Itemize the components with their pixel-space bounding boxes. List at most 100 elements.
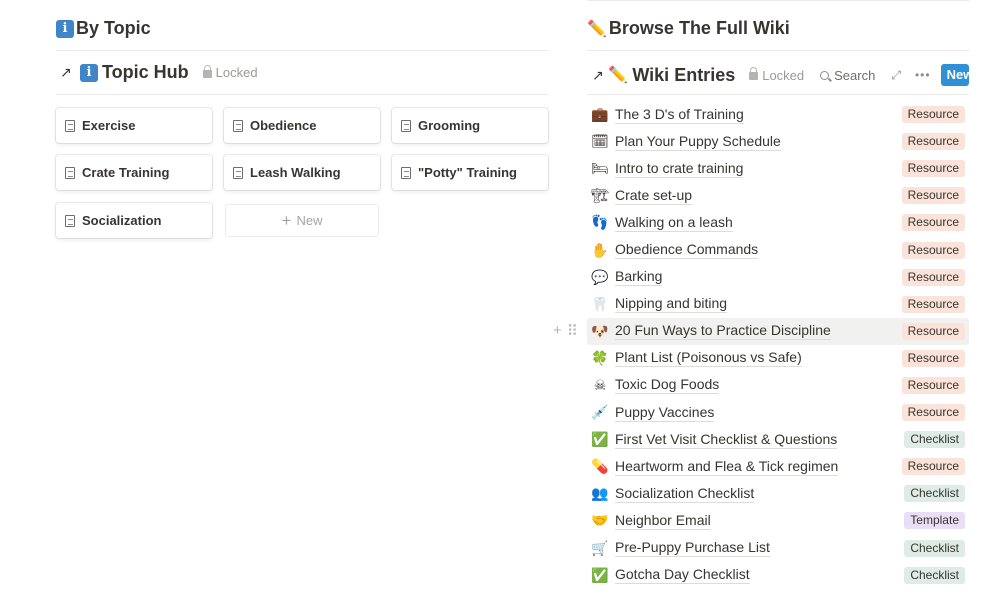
search-icon [820, 70, 830, 80]
info-icon: i [56, 19, 74, 38]
entry-type-tag: Resource [901, 404, 965, 422]
wiki-entry-row[interactable]: ✋ Obedience Commands Resource [587, 236, 969, 263]
search-label: Search [834, 67, 876, 83]
entry-emoji-icon: ✅ [591, 431, 609, 448]
entry-title-link[interactable]: Walking on a leash [615, 214, 733, 232]
entry-emoji-icon: 💊 [591, 458, 609, 475]
new-card-button[interactable]: + New [225, 204, 379, 237]
wiki-entry-row[interactable]: 🍀 Plant List (Poisonous vs Safe) Resource [587, 345, 969, 372]
wiki-entry-row[interactable]: 💼 The 3 D's of Training Resource [587, 101, 969, 128]
entry-title-link[interactable]: Barking [615, 268, 663, 287]
wiki-entry-row[interactable]: 🏗 Crate set-up Resource [587, 182, 969, 209]
entry-title-link[interactable]: Socialization Checklist [615, 485, 755, 503]
page-icon [65, 214, 75, 227]
entry-title-link[interactable]: Gotcha Day Checklist [615, 566, 750, 585]
entry-emoji-icon: 🍀 [591, 349, 609, 366]
entry-title-link[interactable]: 20 Fun Ways to Practice Discipline [615, 322, 831, 341]
page-icon [233, 166, 243, 179]
topic-card-crate-training[interactable]: Crate Training [56, 155, 212, 190]
entry-title-link[interactable]: Intro to crate training [615, 160, 744, 178]
entry-type-tag: Resource [901, 133, 965, 151]
wiki-entry-row[interactable]: 💬 Barking Resource [587, 264, 969, 291]
entry-title-link[interactable]: Obedience Commands [615, 241, 759, 260]
card-label: Crate Training [82, 165, 170, 180]
wiki-entry-row[interactable]: ☠ Toxic Dog Foods Resource [587, 372, 969, 399]
locked-indicator[interactable]: Locked [202, 64, 258, 80]
entry-type-tag: Resource [901, 349, 965, 367]
wiki-entry-row[interactable]: ✅ Gotcha Day Checklist Checklist [587, 562, 969, 589]
drag-handle-icon[interactable]: ⠿ [567, 322, 578, 340]
lock-icon [202, 64, 212, 78]
topic-card-grooming[interactable]: Grooming [392, 108, 548, 143]
card-label: Obedience [250, 118, 317, 133]
entry-emoji-icon: 🛏 [591, 160, 609, 177]
new-entry-button[interactable]: New [940, 64, 969, 86]
locked-label: Locked [215, 65, 258, 80]
toolbar-divider [587, 94, 969, 95]
entry-emoji-icon: 🗓 [591, 133, 609, 150]
entry-title-link[interactable]: Pre-Puppy Purchase List [615, 539, 770, 558]
topic-card-obedience[interactable]: Obedience [224, 108, 380, 143]
locked-label: Locked [762, 67, 805, 83]
page-icon [401, 119, 411, 132]
more-options-icon[interactable]: ••• [915, 68, 931, 82]
page-icon [233, 119, 243, 132]
card-label: Leash Walking [250, 165, 341, 180]
page-icon [401, 166, 411, 179]
entry-title-link[interactable]: First Vet Visit Checklist & Questions [615, 431, 838, 449]
wiki-entries-title[interactable]: Wiki Entries [632, 65, 735, 86]
wiki-entry-row[interactable]: 💉 Puppy Vaccines Resource [587, 399, 969, 426]
entry-title-link[interactable]: Heartworm and Flea & Tick regimen [615, 458, 839, 476]
entry-emoji-icon: ☠ [593, 376, 607, 393]
search-button[interactable]: Search [820, 68, 875, 83]
by-topic-heading: i By Topic [56, 18, 151, 39]
browse-wiki-section: ✏️ Browse The Full Wiki ↗ ✏️ Wiki Entrie… [587, 0, 969, 595]
entry-title-link[interactable]: Toxic Dog Foods [615, 376, 720, 395]
entry-emoji-icon: 👣 [591, 214, 609, 231]
wiki-entry-row[interactable]: 🛏 Intro to crate training Resource [587, 155, 969, 182]
add-row-icon[interactable]: + [553, 322, 562, 340]
entry-title-link[interactable]: Nipping and biting [615, 295, 728, 314]
heading-divider [587, 50, 969, 51]
plus-icon: + [281, 210, 292, 230]
entry-type-tag: Resource [901, 214, 965, 232]
wiki-entry-row[interactable]: 🛒 Pre-Puppy Purchase List Checklist [587, 535, 969, 562]
entry-type-tag: Checklist [904, 566, 965, 584]
entry-emoji-icon: 🛒 [591, 539, 609, 556]
topic-card-exercise[interactable]: Exercise [56, 108, 212, 143]
page-icon [65, 166, 75, 179]
entry-emoji-icon: 💉 [591, 404, 609, 421]
entry-emoji-icon: 👥 [591, 485, 609, 502]
wiki-entry-row[interactable]: 💊 Heartworm and Flea & Tick regimen Resour… [587, 453, 969, 480]
entry-title-link[interactable]: Neighbor Email [615, 512, 711, 530]
entry-emoji-icon: 💬 [591, 268, 609, 285]
topic-card-potty-training[interactable]: "Potty" Training [392, 155, 548, 190]
entry-type-tag: Resource [901, 376, 965, 394]
wiki-entry-row[interactable]: 👣 Walking on a leash Resource [587, 209, 969, 236]
row-handles: + ⠿ [553, 322, 578, 340]
entry-title-link[interactable]: Plant List (Poisonous vs Safe) [615, 349, 802, 368]
entry-title-link[interactable]: Puppy Vaccines [615, 404, 715, 422]
entry-emoji-icon: 🤝 [591, 512, 609, 529]
entry-type-tag: Checklist [904, 539, 965, 557]
topic-card-leash-walking[interactable]: Leash Walking [224, 155, 380, 190]
arrow-up-right-icon[interactable]: ↗ [592, 67, 608, 84]
wiki-entry-row[interactable]: 🦷 Nipping and biting Resource [587, 291, 969, 318]
wiki-entries-list: 💼 The 3 D's of Training Resource 🗓 Plan Your… [587, 101, 969, 589]
entry-type-tag: Resource [901, 295, 965, 313]
entry-title-link[interactable]: Plan Your Puppy Schedule [615, 133, 781, 151]
wiki-entry-row[interactable]: 🤝 Neighbor Email Template [587, 507, 969, 534]
locked-indicator[interactable]: Locked [749, 67, 805, 83]
wiki-entry-row[interactable]: ✅ First Vet Visit Checklist & Questions Ch… [587, 426, 969, 453]
entry-title-link[interactable]: Crate set-up [615, 187, 693, 205]
wiki-entry-row[interactable]: 👥 Socialization Checklist Checklist [587, 480, 969, 507]
expand-icon[interactable]: ⤢ [891, 68, 901, 83]
entry-title-link[interactable]: The 3 D's of Training [615, 106, 744, 124]
arrow-up-right-icon[interactable]: ↗ [60, 64, 80, 81]
wiki-entries-toolbar: ↗ ✏️ Wiki Entries Locked Search ⤢ ••• Ne… [587, 62, 969, 88]
wiki-entry-row[interactable]: 🐶 20 Fun Ways to Practice Discipline Resou… [587, 317, 969, 345]
topic-card-socialization[interactable]: Socialization [56, 203, 212, 238]
entry-type-tag: Template [904, 512, 965, 530]
wiki-entry-row[interactable]: 🗓 Plan Your Puppy Schedule Resource [587, 128, 969, 155]
topic-hub-title[interactable]: Topic Hub [102, 62, 189, 83]
